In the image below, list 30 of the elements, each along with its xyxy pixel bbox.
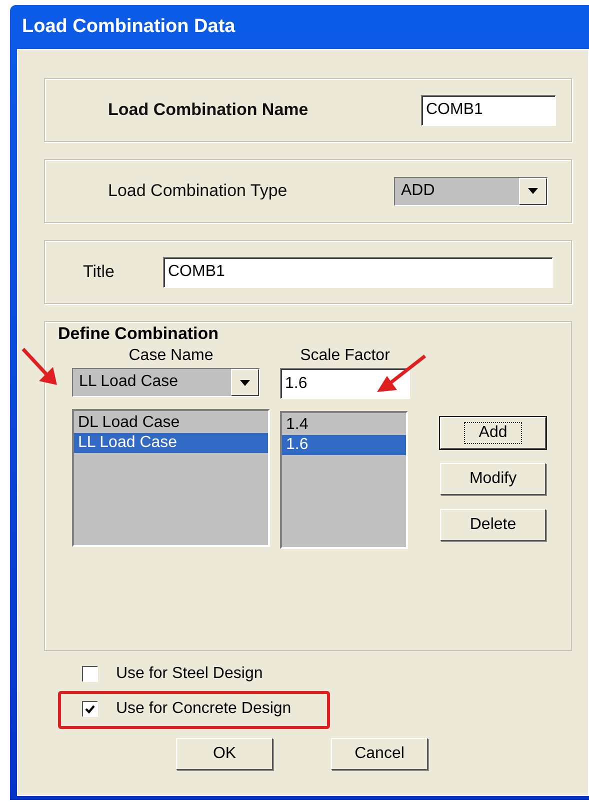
field-label: Load Combination Name xyxy=(108,100,308,120)
title-field[interactable]: COMB1 xyxy=(163,256,553,288)
case-dropdown[interactable]: LL Load Case xyxy=(72,368,260,397)
dropdown-arrow-icon xyxy=(240,380,250,386)
scale-factor-field[interactable]: 1.6 xyxy=(280,368,410,399)
list-item[interactable]: 1.6 xyxy=(282,435,406,455)
field-label: Load Combination Type xyxy=(108,181,288,201)
dropdown-arrow-icon xyxy=(528,188,538,194)
name-field[interactable]: COMB1 xyxy=(421,94,556,126)
list-item[interactable]: 1.4 xyxy=(282,415,406,435)
checkbox[interactable] xyxy=(82,666,98,682)
window-title: Load Combination Data xyxy=(21,15,236,39)
list-item[interactable]: LL Load Case xyxy=(74,433,268,453)
dialog-button[interactable]: OK xyxy=(176,738,273,770)
case-list[interactable]: DL Load Case LL Load Case xyxy=(72,409,270,547)
group-heading: Define Combination xyxy=(58,324,219,344)
list-item[interactable]: DL Load Case xyxy=(74,413,268,433)
dialog-button[interactable]: Cancel xyxy=(331,738,428,770)
action-button[interactable]: Add xyxy=(440,417,546,449)
column-heading: Case Name xyxy=(128,346,214,366)
factor-list[interactable]: 1.4 1.6 xyxy=(280,411,408,549)
action-button[interactable]: Delete xyxy=(440,509,546,541)
type-dropdown[interactable]: ADD xyxy=(394,176,548,206)
checkbox[interactable] xyxy=(82,701,98,717)
action-button[interactable]: Modify xyxy=(440,463,546,495)
field-label: Title xyxy=(83,262,114,282)
column-heading: Scale Factor xyxy=(299,346,391,366)
checkbox-label: Use for Concrete Design xyxy=(116,700,292,718)
checkbox-label: Use for Steel Design xyxy=(116,665,263,683)
check-icon xyxy=(85,704,95,714)
